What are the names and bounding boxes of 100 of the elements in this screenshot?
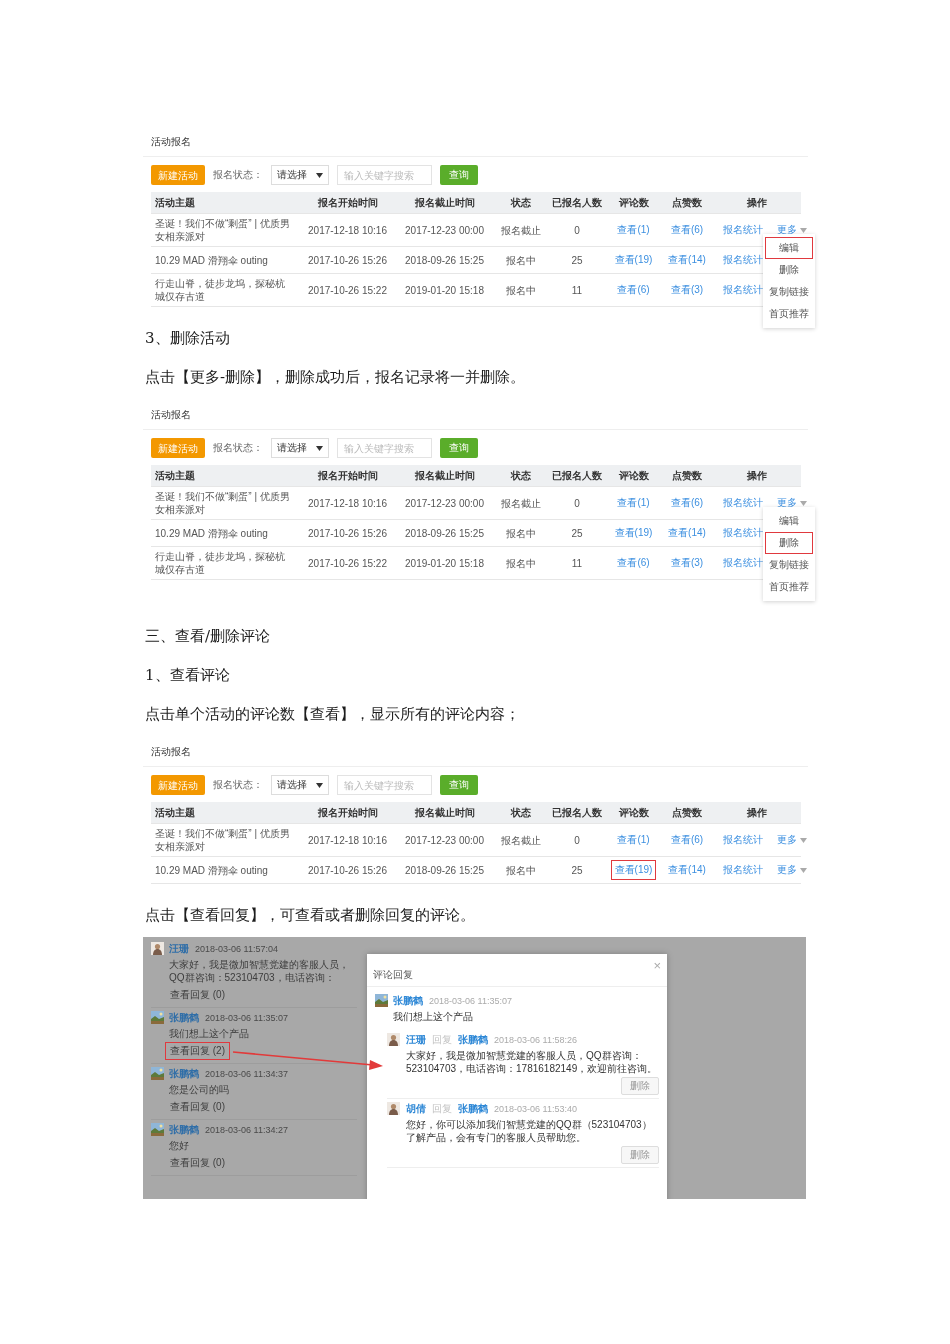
- view-replies-link[interactable]: 查看回复 (0): [165, 1098, 230, 1116]
- column-header: 评论数: [617, 805, 650, 820]
- likes-link[interactable]: 查看(6): [666, 830, 708, 850]
- more-link[interactable]: 更多: [777, 833, 807, 847]
- likes-link[interactable]: 查看(3): [666, 280, 708, 300]
- likes-link[interactable]: 查看(14): [664, 250, 710, 270]
- column-header: 点赞数: [671, 195, 703, 210]
- status-select[interactable]: 请选择: [271, 165, 329, 185]
- panel-title: 活动报名: [143, 401, 808, 430]
- search-field[interactable]: 输入关键字搜索: [337, 438, 432, 458]
- table-cell-text: 报名截止: [499, 223, 542, 237]
- more-link[interactable]: 更多: [777, 863, 807, 877]
- table-cell-text: 行走山脊，徒步龙坞，探秘杭城仅存古道: [154, 277, 286, 303]
- column-header: 已报名人数: [551, 468, 603, 483]
- table-cell-text: 2017-10-26 15:22: [307, 556, 388, 570]
- table-cell-text: 圣诞！我们不做“剩蛋” | 优质男女相亲派对: [154, 827, 291, 853]
- menu-item[interactable]: 复制链接: [765, 281, 813, 303]
- query-button[interactable]: 查询: [440, 775, 478, 795]
- reply-time: 2018-03-06 11:58:26: [494, 1035, 577, 1045]
- column-header: 报名截止时间: [413, 805, 476, 820]
- view-replies-link[interactable]: 查看回复 (2): [165, 1042, 230, 1060]
- stats-link[interactable]: 报名统计: [719, 250, 767, 270]
- view-replies-link[interactable]: 查看回复 (0): [165, 986, 230, 1004]
- caret-icon: [800, 867, 807, 873]
- table-cell-text: 圣诞！我们不做“剩蛋” | 优质男女相亲派对: [154, 217, 291, 243]
- menu-item[interactable]: 编辑: [765, 237, 813, 259]
- search-field[interactable]: 输入关键字搜索: [337, 165, 432, 185]
- new-activity-button[interactable]: 新建活动: [151, 775, 205, 795]
- comment-time: 2018-03-06 11:35:07: [205, 1013, 288, 1023]
- dialog-title: 评论回复: [373, 968, 413, 982]
- menu-item[interactable]: 首页推荐: [765, 303, 813, 325]
- likes-link[interactable]: 查看(3): [666, 553, 708, 573]
- delete-button[interactable]: 删除: [621, 1146, 659, 1164]
- table-cell-text: 10.29 MAD 滑翔伞 outing: [154, 863, 269, 877]
- paragraph: 点击单个活动的评论数【查看】，显示所有的评论内容；: [145, 704, 521, 724]
- column-header: 状态: [509, 195, 532, 210]
- column-header: 活动主题: [154, 468, 196, 483]
- caret-icon: [316, 445, 323, 451]
- likes-link[interactable]: 查看(6): [666, 220, 708, 240]
- comments-link[interactable]: 查看(19): [610, 250, 657, 270]
- menu-item[interactable]: 首页推荐: [765, 576, 813, 598]
- caret-icon: [800, 837, 807, 843]
- comments-link[interactable]: 查看(6): [613, 280, 654, 300]
- stats-link[interactable]: 报名统计: [719, 493, 767, 513]
- table-cell-text: 25: [570, 526, 584, 540]
- view-replies-link[interactable]: 查看回复 (0): [165, 1154, 230, 1172]
- table-cell-text: 2018-09-26 15:25: [404, 526, 485, 540]
- status-select[interactable]: 请选择: [271, 438, 329, 458]
- menu-item[interactable]: 删除: [765, 532, 813, 554]
- likes-link[interactable]: 查看(6): [666, 493, 708, 513]
- comment-text: 您好: [169, 1139, 190, 1152]
- query-button[interactable]: 查询: [440, 165, 478, 185]
- menu-item[interactable]: 删除: [765, 259, 813, 281]
- column-header: 操作: [746, 195, 768, 210]
- column-header: 点赞数: [671, 805, 703, 820]
- stats-link[interactable]: 报名统计: [719, 280, 767, 300]
- likes-link[interactable]: 查看(14): [664, 523, 710, 543]
- comments-link[interactable]: 查看(19): [610, 860, 657, 880]
- table-cell-text: 报名中: [504, 283, 537, 297]
- comments-link[interactable]: 查看(19): [610, 523, 657, 543]
- caret-icon: [316, 782, 323, 788]
- status-select[interactable]: 请选择: [271, 775, 329, 795]
- stats-link[interactable]: 报名统计: [719, 860, 767, 880]
- stats-link[interactable]: 报名统计: [719, 830, 767, 850]
- table-cell-text: 2018-09-26 15:25: [404, 863, 485, 877]
- table-cell-text: 2017-10-26 15:26: [307, 863, 388, 877]
- stats-link[interactable]: 报名统计: [719, 523, 767, 543]
- stats-link[interactable]: 报名统计: [719, 220, 767, 240]
- comments-link[interactable]: 查看(1): [613, 493, 654, 513]
- query-button[interactable]: 查询: [440, 438, 478, 458]
- search-field[interactable]: 输入关键字搜索: [337, 775, 432, 795]
- close-button[interactable]: ×: [653, 958, 661, 973]
- table-cell-text: 2017-10-26 15:22: [307, 283, 388, 297]
- table-cell-text: 行走山脊，徒步龙坞，探秘杭城仅存古道: [154, 550, 286, 576]
- menu-item[interactable]: 复制链接: [765, 554, 813, 576]
- comment-time: 2018-03-06 11:57:04: [195, 944, 278, 954]
- new-activity-button[interactable]: 新建活动: [151, 165, 205, 185]
- comments-link[interactable]: 查看(1): [613, 220, 654, 240]
- table-cell-text: 25: [570, 863, 584, 877]
- table-cell-text: 2017-12-18 10:16: [307, 223, 388, 237]
- table-cell-text: 2019-01-20 15:18: [404, 556, 485, 570]
- more-link[interactable]: 更多: [777, 496, 807, 510]
- table-cell-text: 2017-10-26 15:26: [307, 253, 388, 267]
- column-header: 评论数: [617, 468, 650, 483]
- table-cell-text: 2019-01-20 15:18: [404, 283, 485, 297]
- table-cell-text: 2017-10-26 15:26: [307, 526, 388, 540]
- section-heading: 三、查看/删除评论: [145, 626, 272, 646]
- likes-link[interactable]: 查看(14): [664, 860, 710, 880]
- comment-time: 2018-03-06 11:35:07: [429, 996, 512, 1006]
- table-cell-text: 0: [573, 496, 581, 510]
- comments-link[interactable]: 查看(1): [613, 830, 654, 850]
- comments-link[interactable]: 查看(6): [613, 553, 654, 573]
- stats-link[interactable]: 报名统计: [719, 553, 767, 573]
- new-activity-button[interactable]: 新建活动: [151, 438, 205, 458]
- table-cell-text: 2017-12-18 10:16: [307, 833, 388, 847]
- table-cell-text: 11: [570, 283, 584, 297]
- delete-button[interactable]: 删除: [621, 1077, 659, 1095]
- comment-text: 您是公司的吗: [169, 1083, 230, 1096]
- more-link[interactable]: 更多: [777, 223, 807, 237]
- menu-item[interactable]: 编辑: [765, 510, 813, 532]
